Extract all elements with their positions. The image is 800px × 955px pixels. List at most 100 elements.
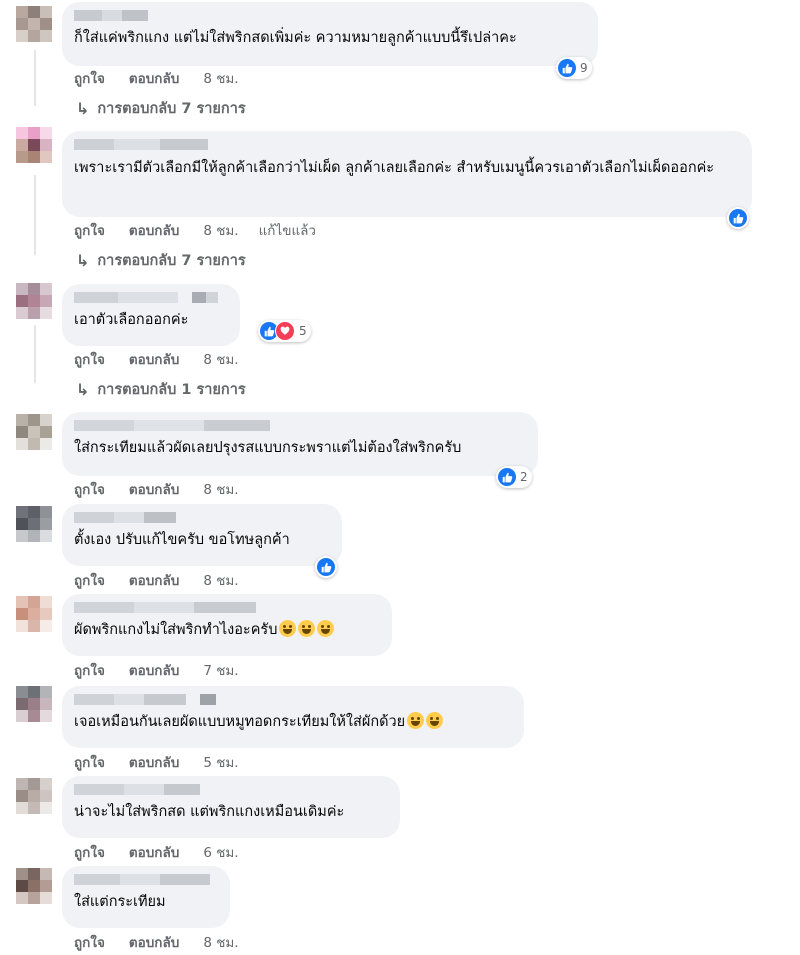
timestamp[interactable]: 8 ชม. xyxy=(203,931,238,953)
comment-text: ตั้งเอง ปรับแก้ไขครับ ขอโทษลูกค้า xyxy=(74,532,290,548)
comment-text: ใส่แต่กระเทียม xyxy=(74,894,166,910)
comment-actions: ถูกใจ ตอบกลับ 8 ชม. xyxy=(74,931,259,953)
reply-link[interactable]: ตอบกลับ xyxy=(129,219,179,241)
comment-bubble: ตั้งเอง ปรับแก้ไขครับ ขอโทษลูกค้า xyxy=(62,504,342,566)
comment-bubble: เจอเหมือนกันเลยผัดแบบหมูทอดกระเทียมให้ใส… xyxy=(62,686,524,748)
comment-actions: ถูกใจ ตอบกลับ 7 ชม. xyxy=(74,659,259,681)
author-name[interactable] xyxy=(74,292,228,303)
edited-label[interactable]: แก้ไขแล้ว xyxy=(259,219,316,241)
timestamp[interactable]: 8 ชม. xyxy=(203,348,238,370)
replies-count-label: การตอบกลับ 7 รายการ xyxy=(97,253,246,269)
view-replies-link[interactable]: ↳ การตอบกลับ 7 รายการ xyxy=(76,249,246,272)
reply-link[interactable]: ตอบกลับ xyxy=(129,478,179,500)
author-name[interactable] xyxy=(74,602,380,613)
timestamp[interactable]: 8 ชม. xyxy=(203,478,238,500)
reaction-summary[interactable] xyxy=(315,556,337,578)
laughing-emoji-icon xyxy=(426,712,444,729)
comment-actions: ถูกใจ ตอบกลับ 8 ชม. แก้ไขแล้ว xyxy=(74,219,336,241)
laughing-emoji-icon xyxy=(279,620,297,637)
avatar[interactable] xyxy=(16,506,52,542)
comment-actions: ถูกใจ ตอบกลับ 8 ชม. xyxy=(74,569,259,591)
reaction-summary[interactable] xyxy=(727,207,749,229)
avatar[interactable] xyxy=(16,283,52,319)
like-link[interactable]: ถูกใจ xyxy=(74,67,105,89)
thread-line xyxy=(34,325,36,383)
timestamp[interactable]: 8 ชม. xyxy=(203,569,238,591)
reply-link[interactable]: ตอบกลับ xyxy=(129,659,179,681)
laughing-emoji-icon xyxy=(407,712,425,729)
timestamp[interactable]: 6 ชม. xyxy=(203,841,238,863)
timestamp[interactable]: 8 ชม. xyxy=(203,67,238,89)
like-link[interactable]: ถูกใจ xyxy=(74,219,105,241)
reply-link[interactable]: ตอบกลับ xyxy=(129,841,179,863)
reaction-count: 5 xyxy=(299,324,307,338)
like-reaction-icon xyxy=(317,558,335,576)
comment-bubble: ใส่แต่กระเทียม xyxy=(62,866,230,928)
like-link[interactable]: ถูกใจ xyxy=(74,931,105,953)
comment-bubble: ใส่กระเทียมแล้วผัดเลยปรุงรสแบบกระพราแต่ไ… xyxy=(62,412,538,476)
comment-text: ใส่กระเทียมแล้วผัดเลยปรุงรสแบบกระพราแต่ไ… xyxy=(74,440,462,456)
timestamp[interactable]: 8 ชม. xyxy=(203,219,238,241)
author-name[interactable] xyxy=(74,694,512,705)
like-reaction-icon xyxy=(558,59,576,77)
comment-text: เอาตัวเลือกออกค่ะ xyxy=(74,312,189,328)
comment-bubble: เพราะเรามีตัวเลือกมีให้ลูกค้าเลือกว่าไม่… xyxy=(62,131,752,217)
timestamp[interactable]: 7 ชม. xyxy=(203,659,238,681)
comment-actions: ถูกใจ ตอบกลับ 5 ชม. xyxy=(74,751,259,773)
reply-arrow-icon: ↳ xyxy=(76,99,90,118)
like-link[interactable]: ถูกใจ xyxy=(74,841,105,863)
avatar[interactable] xyxy=(16,868,52,904)
avatar[interactable] xyxy=(16,686,52,722)
reaction-summary[interactable]: 9 xyxy=(556,57,592,79)
like-link[interactable]: ถูกใจ xyxy=(74,348,105,370)
reply-link[interactable]: ตอบกลับ xyxy=(129,931,179,953)
replies-count-label: การตอบกลับ 1 รายการ xyxy=(97,382,246,398)
view-replies-link[interactable]: ↳ การตอบกลับ 1 รายการ xyxy=(76,378,246,401)
like-link[interactable]: ถูกใจ xyxy=(74,659,105,681)
laughing-emoji-icon xyxy=(317,620,335,637)
author-name[interactable] xyxy=(74,512,330,523)
avatar[interactable] xyxy=(16,778,52,814)
reaction-summary[interactable]: 5 xyxy=(258,320,311,342)
author-name[interactable] xyxy=(74,139,740,150)
comment-bubble: ก็ใส่แค่พริกแกง แต่ไม่ใส่พริกสดเพิ่มค่ะ … xyxy=(62,2,598,66)
thread-line xyxy=(34,50,36,106)
reaction-count: 2 xyxy=(520,470,528,484)
comment-text: เจอเหมือนกันเลยผัดแบบหมูทอดกระเทียมให้ใส… xyxy=(74,710,512,735)
avatar[interactable] xyxy=(16,127,52,163)
reply-link[interactable]: ตอบกลับ xyxy=(129,569,179,591)
view-replies-link[interactable]: ↳ การตอบกลับ 7 รายการ xyxy=(76,97,246,120)
comment-text: ผัดพริกแกงไม่ใส่พริกทำไงอะครับ xyxy=(74,618,380,643)
avatar[interactable] xyxy=(16,6,52,42)
reply-link[interactable]: ตอบกลับ xyxy=(129,348,179,370)
thread-line xyxy=(34,175,36,255)
replies-count-label: การตอบกลับ 7 รายการ xyxy=(97,101,246,117)
comment-bubble: น่าจะไม่ใส่พริกสด แต่พริกแกงเหมือนเดิมค่… xyxy=(62,776,400,838)
author-name[interactable] xyxy=(74,784,388,795)
like-link[interactable]: ถูกใจ xyxy=(74,751,105,773)
reply-link[interactable]: ตอบกลับ xyxy=(129,751,179,773)
author-name[interactable] xyxy=(74,10,586,21)
reaction-summary[interactable]: 2 xyxy=(496,466,532,488)
author-name[interactable] xyxy=(74,874,218,885)
reply-link[interactable]: ตอบกลับ xyxy=(129,67,179,89)
comment-bubble: ผัดพริกแกงไม่ใส่พริกทำไงอะครับ xyxy=(62,594,392,656)
comment-actions: ถูกใจ ตอบกลับ 8 ชม. xyxy=(74,348,259,370)
reply-arrow-icon: ↳ xyxy=(76,380,90,399)
author-name[interactable] xyxy=(74,420,526,431)
comment-text: เพราะเรามีตัวเลือกมีให้ลูกค้าเลือกว่าไม่… xyxy=(74,160,715,176)
avatar[interactable] xyxy=(16,596,52,632)
love-reaction-icon xyxy=(275,321,295,341)
laughing-emoji-icon xyxy=(298,620,316,637)
like-link[interactable]: ถูกใจ xyxy=(74,478,105,500)
comment-actions: ถูกใจ ตอบกลับ 8 ชม. xyxy=(74,478,259,500)
avatar[interactable] xyxy=(16,414,52,450)
comment-text: ก็ใส่แค่พริกแกง แต่ไม่ใส่พริกสดเพิ่มค่ะ … xyxy=(74,30,517,46)
timestamp[interactable]: 5 ชม. xyxy=(203,751,238,773)
comment-actions: ถูกใจ ตอบกลับ 6 ชม. xyxy=(74,841,259,863)
comment-actions: ถูกใจ ตอบกลับ 8 ชม. xyxy=(74,67,259,89)
like-link[interactable]: ถูกใจ xyxy=(74,569,105,591)
like-reaction-icon xyxy=(498,468,516,486)
reply-arrow-icon: ↳ xyxy=(76,251,90,270)
like-reaction-icon xyxy=(729,209,747,227)
